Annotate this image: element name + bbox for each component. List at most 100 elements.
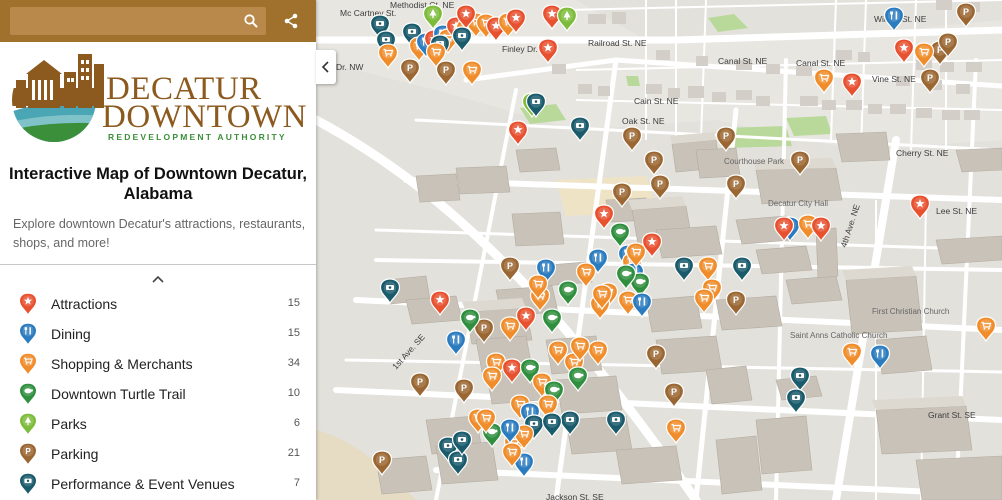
legend-item-turtle-trail[interactable]: Downtown Turtle Trail 10 (0, 379, 316, 409)
parking-marker[interactable]: P (645, 344, 667, 371)
star-marker[interactable] (507, 120, 529, 147)
search-icon[interactable] (240, 10, 262, 32)
parking-marker[interactable]: P (955, 2, 977, 29)
svg-text:P: P (629, 131, 635, 141)
svg-text:P: P (507, 261, 513, 271)
shopping-cart-marker[interactable] (575, 262, 597, 289)
attractions-pin-icon (18, 292, 38, 316)
turtle-marker[interactable] (557, 280, 579, 307)
parking-marker[interactable]: P (789, 150, 811, 177)
ticket-marker[interactable] (785, 388, 807, 415)
parking-marker[interactable]: P (725, 290, 747, 317)
parking-marker[interactable]: P (453, 378, 475, 405)
svg-text:P: P (963, 7, 969, 17)
shopping-cart-marker[interactable] (841, 342, 863, 369)
star-marker[interactable] (893, 38, 915, 65)
svg-text:P: P (379, 455, 385, 465)
star-marker[interactable] (909, 194, 931, 221)
legend-item-parks[interactable]: Parks 6 (0, 409, 316, 439)
svg-text:P: P (443, 65, 449, 75)
ticket-marker[interactable] (731, 256, 753, 283)
ticket-marker[interactable] (451, 26, 473, 53)
parking-marker[interactable]: P (409, 372, 431, 399)
shopping-cart-marker[interactable] (913, 42, 935, 69)
logo: DECATUR DOWNTOWN REDEVELOPMENT AUTHORITY (10, 50, 307, 150)
page-description: Explore downtown Decatur's attractions, … (13, 217, 306, 250)
shopping-pin-icon (18, 352, 38, 376)
parking-marker[interactable]: P (919, 68, 941, 95)
svg-text:P: P (417, 377, 423, 387)
parking-marker[interactable]: P (715, 126, 737, 153)
star-marker[interactable] (429, 290, 451, 317)
svg-text:P: P (733, 295, 739, 305)
parking-marker[interactable]: P (725, 174, 747, 201)
shopping-cart-marker[interactable] (481, 366, 503, 393)
map-canvas[interactable]: Mc Cartney St. Methodist Ct. NE Finley D… (316, 0, 1002, 500)
fork-knife-marker[interactable] (445, 330, 467, 357)
parking-marker[interactable]: P (399, 58, 421, 85)
star-marker[interactable] (810, 216, 832, 243)
divider (0, 264, 316, 265)
tree-marker[interactable] (556, 6, 578, 33)
top-bar (0, 0, 316, 42)
shopping-cart-marker[interactable] (499, 316, 521, 343)
star-marker[interactable] (537, 38, 559, 65)
star-marker[interactable] (841, 72, 863, 99)
svg-text:P: P (407, 63, 413, 73)
parking-marker[interactable]: P (643, 150, 665, 177)
svg-text:P: P (619, 187, 625, 197)
turtle-marker[interactable] (541, 308, 563, 335)
parking-marker[interactable]: P (649, 174, 671, 201)
chevron-up-icon[interactable] (151, 271, 165, 283)
legend-count: 10 (287, 387, 300, 399)
legend-label: Performance & Event Venues (51, 476, 235, 492)
legend-item-venues[interactable]: Performance & Event Venues 7 (0, 469, 316, 499)
parking-marker[interactable]: P (499, 256, 521, 283)
shopping-cart-marker[interactable] (693, 288, 715, 315)
shopping-cart-marker[interactable] (377, 43, 399, 70)
ticket-marker[interactable] (559, 410, 581, 437)
legend-item-dining[interactable]: Dining 15 (0, 319, 316, 349)
ticket-marker[interactable] (673, 256, 695, 283)
ticket-marker[interactable] (789, 366, 811, 393)
shopping-cart-marker[interactable] (813, 68, 835, 95)
fork-knife-marker[interactable] (883, 6, 905, 33)
ticket-marker[interactable] (605, 410, 627, 437)
legend-count: 34 (287, 357, 300, 369)
legend-item-shopping[interactable]: Shopping & Merchants 34 (0, 349, 316, 379)
shopping-cart-marker[interactable] (975, 316, 997, 343)
shopping-cart-marker[interactable] (461, 60, 483, 87)
ticket-marker[interactable] (447, 450, 469, 477)
svg-text:P: P (651, 155, 657, 165)
turtle-marker[interactable] (609, 222, 631, 249)
legend-count: 6 (293, 417, 300, 429)
legend-label: Shopping & Merchants (51, 356, 193, 372)
fork-knife-marker[interactable] (631, 292, 653, 319)
ticket-marker[interactable] (541, 412, 563, 439)
shopping-cart-marker[interactable] (697, 256, 719, 283)
collapse-sidebar-button[interactable] (316, 50, 336, 84)
shopping-cart-marker[interactable] (665, 418, 687, 445)
legend-label: Attractions (51, 296, 118, 312)
legend-count: 21 (287, 447, 300, 459)
turtle-marker[interactable] (567, 366, 589, 393)
star-marker[interactable] (501, 358, 523, 385)
legend-item-parking[interactable]: P Parking 21 (0, 439, 316, 469)
sidebar-panel: DECATUR DOWNTOWN REDEVELOPMENT AUTHORITY… (0, 0, 316, 500)
parking-marker[interactable]: P (371, 450, 393, 477)
shopping-cart-marker[interactable] (587, 340, 609, 367)
ticket-marker[interactable] (379, 278, 401, 305)
svg-text:P: P (671, 387, 677, 397)
svg-text:P: P (733, 179, 739, 189)
fork-knife-marker[interactable] (869, 344, 891, 371)
parking-marker[interactable]: P (621, 126, 643, 153)
parking-marker[interactable]: P (663, 382, 685, 409)
svg-text:P: P (657, 179, 663, 189)
parking-marker[interactable]: P (435, 60, 457, 87)
legend-item-attractions[interactable]: Attractions 15 (0, 289, 316, 319)
share-icon[interactable] (280, 10, 302, 32)
parking-marker[interactable]: P (611, 182, 633, 209)
star-marker[interactable] (593, 204, 615, 231)
search-input[interactable] (10, 7, 266, 35)
ticket-marker[interactable] (569, 116, 591, 143)
